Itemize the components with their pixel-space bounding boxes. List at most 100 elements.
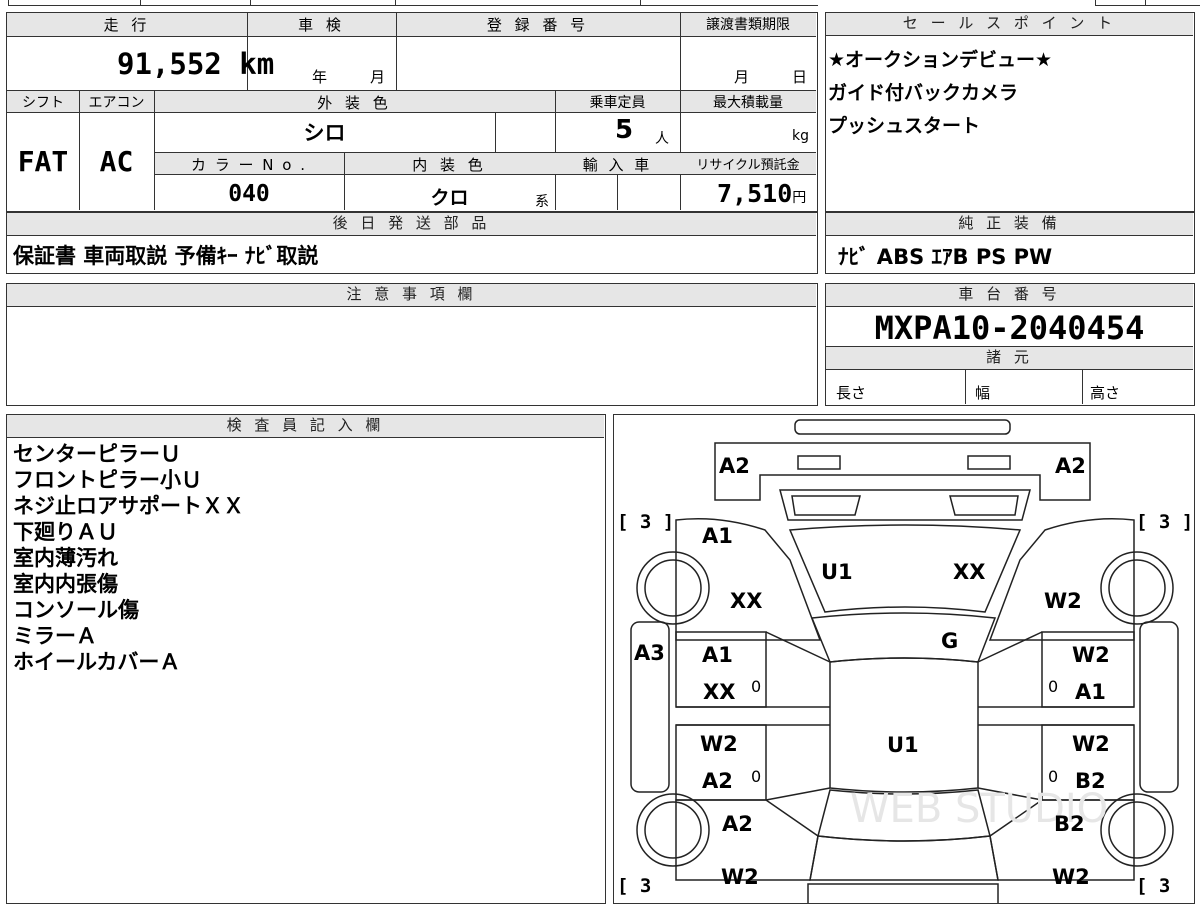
inspector-list: センターピラーＵ フロントピラー小Ｕ ネジ止ロアサポートＸＸ 下廻りＡＵ 室内薄… — [13, 441, 244, 675]
label-fender-fr: W2 — [1044, 589, 1082, 613]
zero-mark: 0 — [1048, 677, 1059, 696]
notes-header: 注 意 事 項 欄 — [7, 284, 816, 307]
transfer-month: 月 — [734, 68, 750, 86]
mileage-header: 走 行 — [103, 16, 151, 34]
top-strip — [0, 0, 1200, 8]
recycle-fee: 7,510 — [717, 179, 793, 208]
later-parts-header: 後 日 発 送 部 品 — [7, 213, 816, 236]
chassis-number: MXPA10-2040454 — [874, 309, 1145, 347]
label-hood-right: XX — [953, 560, 986, 584]
windshield — [810, 611, 996, 663]
label-roof: U1 — [887, 733, 919, 757]
tire-rating-rl: [ 3 — [617, 875, 652, 897]
inspector-line: ホイールカバーＡ — [13, 650, 181, 674]
inspector-line: 室内薄汚れ — [13, 546, 118, 570]
trunk — [808, 834, 999, 881]
later-parts-box: 後 日 発 送 部 品 保証書 車両取説 予備ｷｰ ﾅﾋﾞ取説 — [6, 212, 818, 274]
import-header: 輸 入 車 — [582, 156, 653, 174]
spec-height-label: 高さ — [1090, 384, 1121, 402]
front-bumper — [713, 441, 1091, 501]
sales-points-header: セ ー ル ス ポ イ ン ト — [826, 13, 1193, 36]
shift-header: シフト — [22, 95, 64, 111]
tire-front-left — [635, 550, 710, 625]
tire-rear-right — [1099, 792, 1174, 867]
tire-rating-fr: [ 3 ] — [1136, 511, 1194, 533]
registration-header: 登 録 番 号 — [486, 16, 590, 34]
inspector-line: 室内内張傷 — [13, 572, 118, 596]
label-door-fr: W2 — [1072, 643, 1110, 667]
tire-front-right — [1099, 550, 1174, 625]
label-rear-right: B2 — [1054, 812, 1085, 836]
label-front-left: A2 — [719, 454, 750, 478]
inspector-box: 検 査 員 記 入 欄 センターピラーＵ フロントピラー小Ｕ ネジ止ロアサポート… — [6, 414, 606, 904]
label-windshield: G — [941, 629, 959, 653]
recycle-header: リサイクル預託金 — [696, 158, 800, 173]
exterior-color-value: シロ — [303, 121, 346, 145]
fender-front-left — [674, 517, 821, 641]
interior-color-suffix: 系 — [535, 194, 549, 210]
notes-box: 注 意 事 項 欄 — [6, 283, 818, 406]
genuine-equipment-box: 純 正 装 備 ﾅﾋﾞ ABS ｴｱB PS PW — [825, 212, 1195, 274]
color-no-value: 040 — [228, 181, 270, 207]
sales-point-line: ガイド付バックカメラ — [828, 82, 1019, 104]
inspector-line: 下廻りＡＵ — [13, 520, 118, 544]
label-fender-fl: A1 — [702, 524, 733, 548]
label-bottom-right: W2 — [1052, 865, 1090, 889]
tire-rating-fl: [ 3 ] — [617, 511, 675, 533]
inspection-year: 年 — [312, 68, 328, 86]
inspector-line: ミラーＡ — [13, 624, 97, 648]
genuine-equipment-text: ﾅﾋﾞ ABS ｴｱB PS PW — [838, 245, 1053, 269]
zero-mark: 0 — [1048, 767, 1059, 786]
ac-header: エアコン — [88, 95, 145, 111]
headlight-left — [796, 454, 841, 470]
mileage-unit: km — [239, 47, 275, 81]
chassis-header: 車 台 番 号 — [826, 284, 1193, 307]
rear-bumper — [806, 882, 999, 903]
transfer-day: 日 — [792, 68, 808, 86]
zero-mark: 0 — [751, 767, 762, 786]
label-front-right: A2 — [1055, 454, 1086, 478]
label-door-rr: W2 — [1072, 732, 1110, 756]
inspection-header: 車 検 — [298, 16, 345, 34]
label-hood-left: U1 — [821, 560, 853, 584]
capacity-value: 5 — [615, 115, 634, 145]
label-bottom-left: W2 — [721, 865, 759, 889]
front-bumper-bar — [793, 418, 1011, 435]
inspector-line: ネジ止ロアサポートＸＸ — [13, 494, 244, 518]
ac-value: AC — [99, 145, 134, 178]
inspector-line: センターピラーＵ — [13, 442, 181, 466]
recycle-unit: 円 — [792, 190, 807, 206]
label-door-rl2: A2 — [702, 769, 733, 793]
side-panel-right — [1138, 620, 1179, 793]
vehicle-info-table: 走 行 車 検 登 録 番 号 譲渡書類期限 91,552 km 年 月 月 日… — [6, 12, 818, 212]
spec-length-label: 長さ — [836, 384, 867, 402]
spec-header: 諸 元 — [826, 347, 1193, 370]
capacity-unit: 人 — [655, 131, 669, 147]
inspector-header: 検 査 員 記 入 欄 — [7, 415, 604, 438]
color-no-header: カ ラ ー N o . — [190, 156, 307, 174]
max-load-unit: kg — [792, 128, 809, 144]
label-fender-fl2: XX — [730, 589, 763, 613]
label-door-fl2: XX — [703, 680, 736, 704]
fender-front-right — [988, 517, 1135, 641]
mileage-value: 91,552 km — [117, 47, 274, 81]
recycle-fee-value: 7,510円 — [717, 179, 806, 208]
mileage-number: 91,552 — [117, 47, 222, 81]
tire-rating-rr: [ 3 — [1136, 875, 1171, 897]
sales-point-line: プッシュスタート — [828, 115, 981, 137]
inspector-line: フロントピラー小Ｕ — [13, 468, 202, 492]
later-parts-text: 保証書 車両取説 予備ｷｰ ﾅﾋﾞ取説 — [13, 244, 319, 268]
sales-point-line: ★オークションデビュー★ — [828, 49, 1053, 71]
car-diagram-box: WEB STUDIO A2 A2 A1 XX U1 XX W2 G A3 A1 … — [613, 414, 1195, 904]
sales-points-box: セ ー ル ス ポ イ ン ト ★オークションデビュー★ ガイド付バックカメラ … — [825, 12, 1195, 212]
interior-color-header: 内 装 色 — [412, 156, 487, 174]
label-rear-left: A2 — [722, 812, 753, 836]
sales-points-list: ★オークションデビュー★ ガイド付バックカメラ プッシュスタート — [828, 44, 1052, 143]
inspector-line: コンソール傷 — [13, 598, 139, 622]
headlight-right — [966, 454, 1011, 470]
inspection-month: 月 — [370, 68, 386, 86]
interior-color-value: クロ — [430, 187, 469, 209]
shift-value: FAT — [17, 145, 69, 178]
label-door-fr2: A1 — [1075, 680, 1106, 704]
spec-width-label: 幅 — [975, 384, 991, 402]
